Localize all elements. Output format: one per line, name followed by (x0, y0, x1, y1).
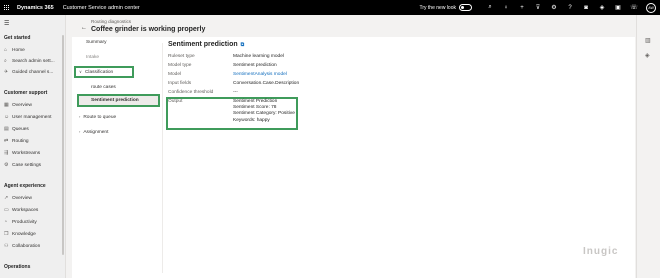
app-icon[interactable]: ▥ (645, 37, 651, 44)
nav-item-queues[interactable]: ▤ Queues (4, 126, 29, 132)
home-icon: ⌂ (4, 47, 8, 53)
row-ruleset-type: Ruleset type Machine learning model (168, 54, 284, 59)
routing-icon: ⇄ (4, 138, 9, 144)
chevron-right-icon: › (79, 114, 81, 119)
watermark-logo: Inugic (583, 246, 619, 257)
top-bar: Dynamics 365 Customer Service admin cent… (0, 0, 660, 15)
nav-item-routing[interactable]: ⇄ Routing (4, 138, 29, 144)
nav-item-overview[interactable]: ▦ Overview (4, 102, 32, 108)
brand-name[interactable]: Dynamics 365 (17, 5, 54, 11)
left-navigation: ☰ Get started ⌂ Home ⌕ Search admin sett..… (0, 15, 66, 278)
step-summary[interactable]: Summary (86, 40, 107, 45)
app-title: Customer Service admin center (62, 4, 140, 11)
nav-item-case-settings[interactable]: ⚙ Case settings (4, 162, 41, 168)
plus-icon[interactable]: + (514, 5, 530, 11)
row-model-type: Model type Sentiment prediction (168, 63, 277, 68)
copilot-icon[interactable]: ◈ (645, 52, 650, 59)
page-title: Coffee grinder is working properly (91, 26, 206, 33)
diagnostic-steps: Summary Intake ∨ Classification route cas… (72, 37, 162, 278)
breadcrumb[interactable]: Routing diagnostics (91, 19, 131, 24)
rocket-icon: ✈ (4, 69, 9, 75)
overview-icon: ▦ (4, 102, 9, 108)
step-intake[interactable]: Intake (86, 55, 99, 60)
row-model: Model SentimentAnalysis model (168, 72, 287, 77)
help-icon[interactable]: ? (562, 5, 578, 11)
nav-item-workstreams[interactable]: ⇶ Workstreams (4, 150, 40, 156)
nav-scrollbar[interactable] (62, 35, 64, 255)
step-route-cases[interactable]: route cases (91, 85, 116, 90)
queues-icon: ▤ (4, 126, 9, 132)
nav-section-customer-support: Customer support (4, 90, 48, 96)
workspaces-icon: ▭ (4, 207, 9, 213)
nav-item-home[interactable]: ⌂ Home (4, 47, 25, 53)
chevron-right-icon: › (79, 129, 81, 134)
nav-item-collaboration[interactable]: ⚇ Collaboration (4, 243, 40, 249)
diagnostics-card: Summary Intake ∨ Classification route cas… (72, 37, 635, 278)
gear-icon[interactable]: ⚙ (546, 4, 562, 11)
nav-item-search-admin[interactable]: ⌕ Search admin sett... (4, 58, 55, 64)
step-route-to-queue[interactable]: › Route to queue (79, 114, 116, 120)
row-output: Output Sentiment Prediction Sentiment Sc… (168, 99, 295, 123)
nav-item-agent-overview[interactable]: ↗ Overview (4, 195, 32, 201)
step-classification[interactable]: ∨ Classification (79, 69, 113, 75)
output-values: Sentiment Prediction Sentiment Score: 78… (233, 99, 295, 123)
row-input-fields: Input fields Conversation.Case.Descriptio… (168, 81, 300, 86)
detail-pane: Sentiment prediction ⧉ Ruleset type Machi… (164, 37, 634, 278)
nav-item-knowledge[interactable]: ❒ Knowledge (4, 231, 36, 237)
detail-title: Sentiment prediction ⧉ (168, 41, 245, 48)
nav-item-productivity[interactable]: ◔ Productivity (4, 219, 37, 225)
users-icon: ☺ (4, 114, 10, 120)
filter-icon[interactable]: ⊽ (530, 4, 546, 11)
model-link[interactable]: SentimentAnalysis model (233, 72, 287, 77)
open-external-icon[interactable]: ⧉ (241, 42, 245, 48)
back-arrow-icon[interactable]: ← (81, 25, 87, 31)
avatar[interactable]: AW (646, 2, 656, 13)
collaboration-icon: ⚇ (4, 243, 9, 249)
nav-section-operations: Operations (4, 264, 31, 270)
nav-item-user-management[interactable]: ☺ User management (4, 114, 51, 120)
phone-icon[interactable]: ☏ (626, 4, 642, 11)
nav-section-get-started: Get started (4, 35, 31, 41)
case-settings-icon: ⚙ (4, 162, 9, 168)
main-content: ← Routing diagnostics Coffee grinder is … (66, 15, 636, 278)
nav-section-agent-experience: Agent experience (4, 183, 46, 189)
row-confidence-threshold: Confidence threshold --- (168, 90, 238, 95)
app-launcher-button[interactable] (0, 0, 14, 15)
waffle-icon (4, 4, 10, 11)
step-sentiment-prediction[interactable]: Sentiment prediction (91, 98, 139, 103)
step-assignment[interactable]: › Assignment (79, 129, 108, 135)
hamburger-icon[interactable]: ☰ (4, 20, 9, 27)
workstreams-icon: ⇶ (4, 150, 9, 156)
copilot-icon[interactable]: ◈ (594, 4, 610, 11)
search-icon: ⌕ (4, 58, 7, 64)
teams-icon[interactable]: ▣ (610, 4, 626, 11)
new-look-toggle[interactable] (459, 4, 472, 11)
chevron-down-icon: ∨ (79, 69, 82, 74)
pane-divider (162, 43, 163, 273)
search-icon[interactable]: ⌕ (482, 4, 498, 11)
right-rail: ▥ ◈ (636, 15, 660, 278)
productivity-icon: ◔ (4, 219, 8, 225)
knowledge-icon: ❒ (4, 231, 9, 237)
overview-icon: ↗ (4, 195, 9, 201)
nav-item-workspaces[interactable]: ▭ Workspaces (4, 207, 38, 213)
try-new-look-label: Try the new look (419, 4, 457, 11)
nav-item-guided-channel[interactable]: ✈ Guided channel s... (4, 69, 53, 75)
chat-icon[interactable]: ◙ (578, 5, 594, 11)
lightbulb-icon[interactable]: ♀ (498, 5, 514, 11)
